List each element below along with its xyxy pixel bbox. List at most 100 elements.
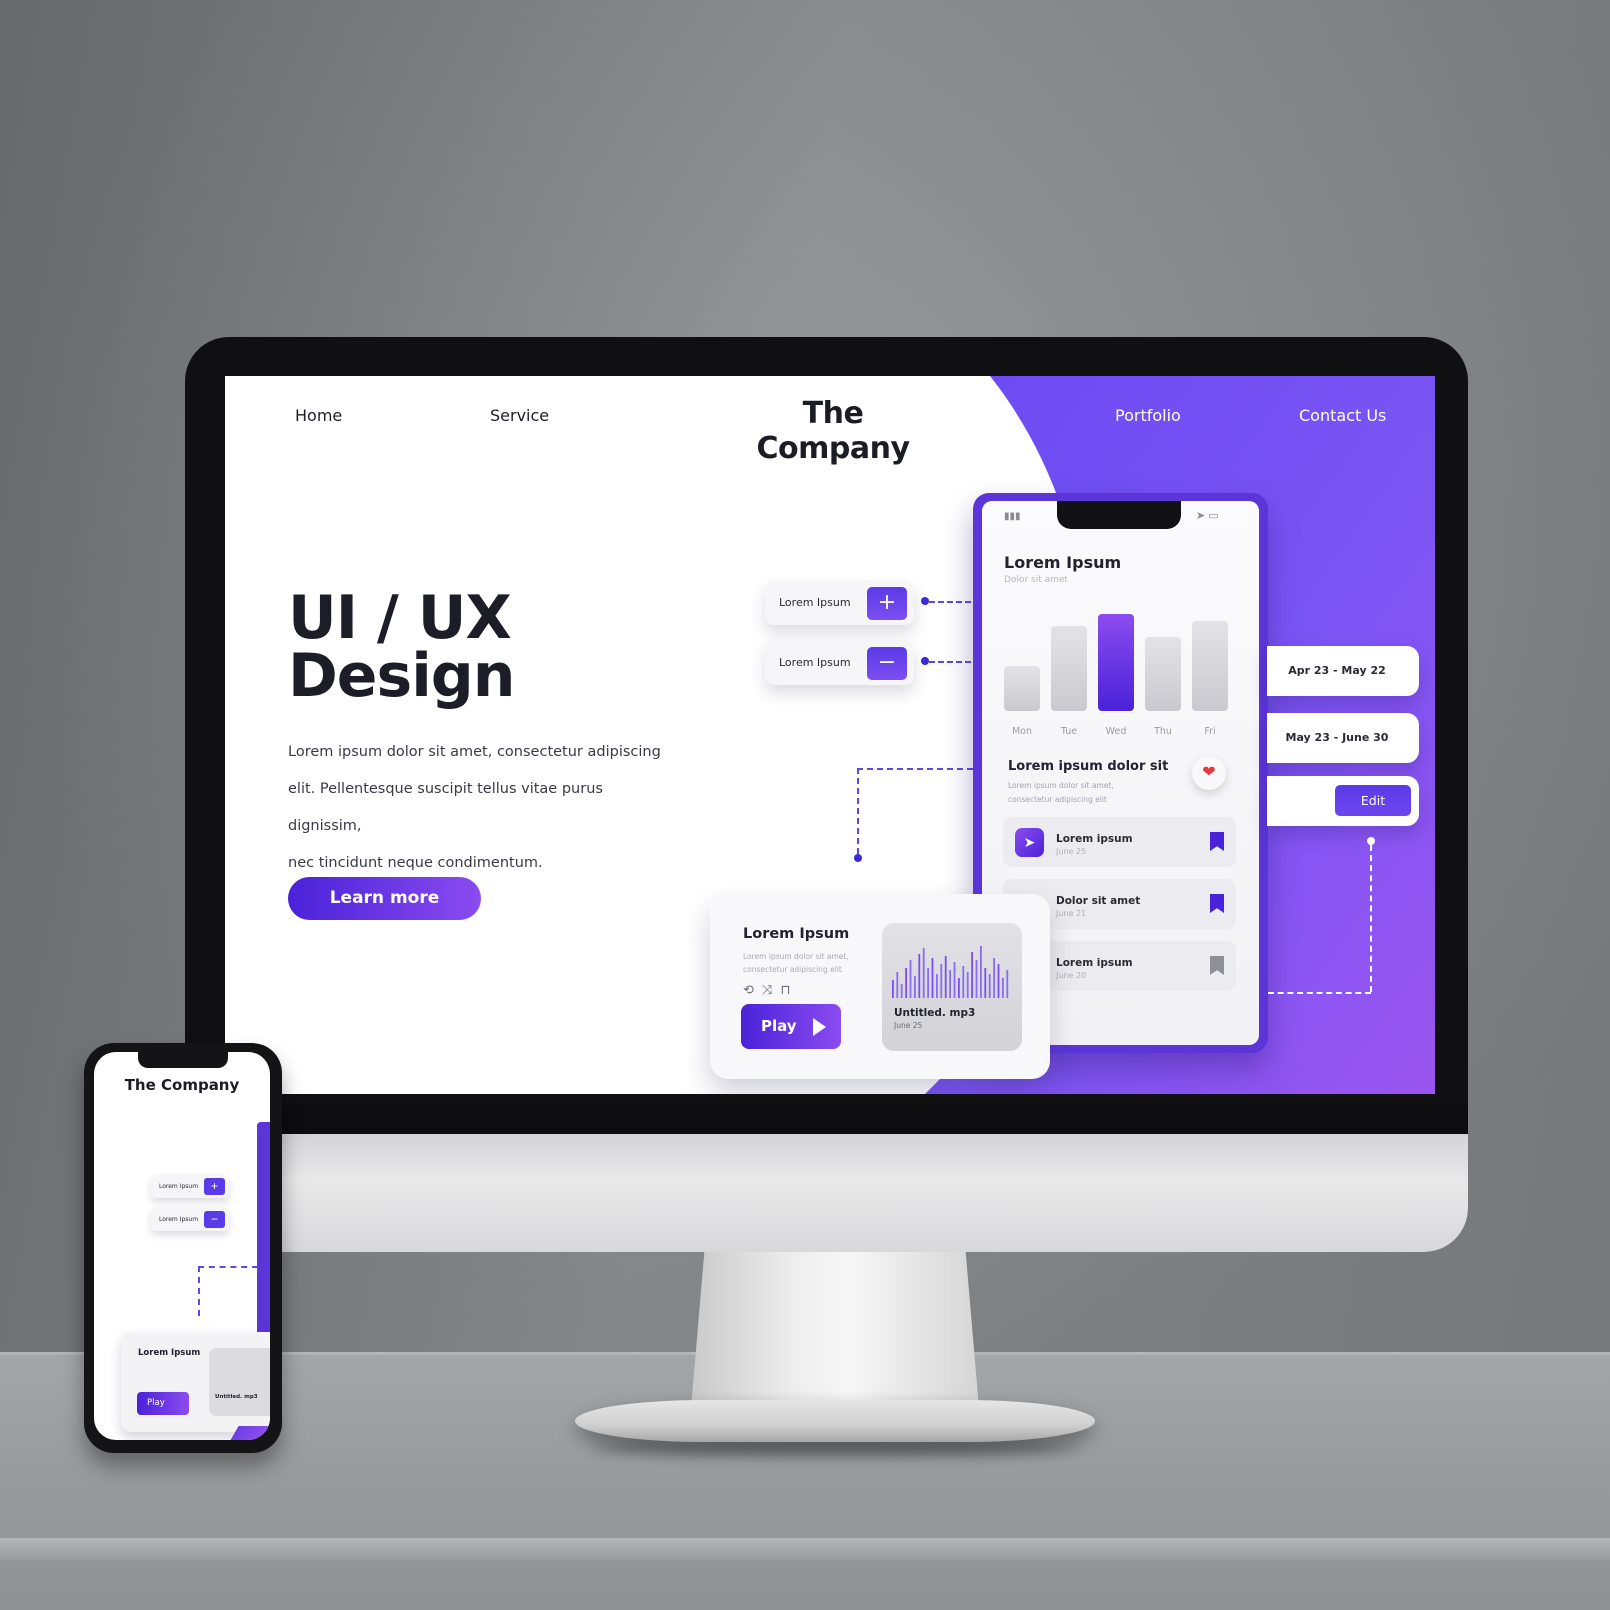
hero-paragraph: Lorem ipsum dolor sit amet, consectetur …	[288, 734, 668, 882]
mobile-brand: The Company	[124, 1076, 240, 1094]
wave-bar	[927, 968, 929, 998]
heart-icon[interactable]: ❤	[1192, 756, 1226, 790]
bar-wed	[1098, 614, 1134, 711]
bookmark-icon[interactable]	[1210, 832, 1224, 851]
bookmark-icon[interactable]: ⊓	[780, 982, 798, 997]
play-icon	[813, 1018, 826, 1036]
connector-line	[857, 768, 859, 854]
stand-shadow	[590, 1440, 1080, 1456]
wave-bar	[892, 980, 894, 998]
list-item-title: Dolor sit amet	[1056, 895, 1141, 907]
connector-dot	[1367, 837, 1375, 845]
player-controls: ⟲⤨⊓	[743, 982, 798, 998]
play-label: Play	[147, 1398, 165, 1408]
phone-notch	[1057, 501, 1181, 529]
control-card-add: Lorem Ipsum +	[765, 581, 914, 625]
connector-line	[1268, 992, 1371, 994]
section-text: Lorem ipsum dolor sit amet, consectetur …	[1008, 779, 1138, 807]
brand-logo[interactable]: The Company	[723, 396, 943, 466]
hero-paragraph-line1: Lorem ipsum dolor sit amet, consectetur …	[288, 744, 661, 760]
mobile-phone-mockup: The Company Lorem Ipsum + Lorem Ipsum − …	[84, 1043, 282, 1453]
minus-icon[interactable]: −	[204, 1211, 225, 1228]
bar-label: Mon	[1011, 726, 1033, 737]
bar-mon	[1004, 666, 1040, 711]
wave-bar	[909, 960, 912, 998]
plus-icon[interactable]: +	[204, 1178, 225, 1195]
date-range-card[interactable]: Apr 23 - May 22	[1267, 646, 1419, 696]
nav-home[interactable]: Home	[295, 406, 342, 425]
learn-more-button[interactable]: Learn more	[288, 877, 481, 920]
control-label: Lorem Ipsum	[779, 656, 851, 669]
desk-front-edge	[0, 1538, 1610, 1560]
mobile-play-button[interactable]: Play	[137, 1392, 189, 1415]
control-card-remove: Lorem Ipsum −	[765, 641, 914, 685]
mobile-player-title: Lorem Ipsum	[138, 1348, 201, 1358]
shuffle-icon[interactable]: ⤨	[762, 982, 780, 997]
wave-bar	[975, 960, 978, 998]
list-item-title: Lorem ipsum	[1056, 957, 1133, 969]
bar-label: Wed	[1105, 726, 1127, 737]
wave-bar	[984, 968, 987, 998]
monitor-stand-foot	[575, 1400, 1095, 1442]
list-item-date: June 20	[1056, 971, 1087, 980]
hero-title-line2: Design	[288, 641, 515, 711]
list-item-title: Lorem ipsum	[1056, 833, 1133, 845]
hero-paragraph-line2: elit. Pellentesque suscipit tellus vitae…	[288, 781, 603, 834]
connector-line	[929, 661, 971, 663]
waveform-icon	[892, 946, 1009, 998]
hero-title-line1: UI / UX	[288, 583, 512, 653]
wave-bar	[922, 948, 925, 998]
mobile-phone-edge	[257, 1122, 270, 1352]
monitor-stand-neck	[690, 1250, 980, 1420]
wave-bar	[900, 984, 903, 998]
section-text-line1: Lorem ipsum dolor sit amet,	[1008, 781, 1114, 790]
mobile-waveform-panel: Untitled. mp3	[209, 1348, 270, 1416]
bookmark-outline-icon[interactable]	[1210, 956, 1224, 975]
list-item-date: June 25	[1056, 847, 1087, 856]
bookmark-icon[interactable]	[1210, 894, 1224, 913]
bar-thu	[1145, 637, 1181, 711]
play-button[interactable]: Play	[741, 1004, 841, 1049]
minus-icon[interactable]: −	[867, 647, 907, 680]
nav-portfolio[interactable]: Portfolio	[1115, 406, 1181, 425]
edit-button[interactable]: Edit	[1335, 785, 1411, 816]
wave-bar	[931, 958, 934, 998]
mobile-player-card: Lorem Ipsum Play Untitled. mp3	[121, 1332, 270, 1432]
date-range-card[interactable]: May 23 - June 30	[1267, 713, 1419, 763]
nav-contact[interactable]: Contact Us	[1299, 406, 1386, 425]
wave-bar	[980, 946, 982, 998]
repeat-icon[interactable]: ⟲	[743, 982, 762, 997]
bar-label: Fri	[1204, 726, 1216, 737]
wave-bar	[953, 962, 956, 998]
file-date: June 25	[894, 1021, 923, 1030]
connector-line	[198, 1266, 258, 1268]
player-text-line2: consectetur adipiscing elit	[743, 965, 842, 974]
wave-bar	[997, 964, 1000, 998]
wave-bar	[988, 974, 991, 998]
wave-bar	[1006, 970, 1009, 998]
plus-icon[interactable]: +	[867, 587, 907, 620]
wave-bar	[936, 974, 938, 998]
date-range-label: May 23 - June 30	[1285, 731, 1389, 744]
list-item[interactable]: ➤ Lorem ipsum June 25	[1003, 817, 1236, 867]
section-title: Lorem ipsum dolor sit	[1008, 759, 1169, 774]
signal-icon: ▮▮▮	[1004, 511, 1021, 522]
audio-player-card: Lorem Ipsum Lorem ipsum dolor sit amet, …	[710, 894, 1050, 1079]
file-name: Untitled. mp3	[894, 1007, 976, 1019]
connector-dot	[854, 854, 862, 862]
hero-title: UI / UX Design	[288, 583, 515, 711]
connector-dot	[921, 657, 929, 665]
nav-service[interactable]: Service	[490, 406, 549, 425]
mobile-file-name: Untitled. mp3	[215, 1394, 258, 1400]
control-label: Lorem Ipsum	[159, 1216, 199, 1223]
battery-icon: ➤ ▭	[1196, 510, 1219, 522]
player-title: Lorem Ipsum	[743, 926, 850, 942]
section-text-line2: consectetur adipiscing elit	[1008, 795, 1107, 804]
desktop-screen: Home Service The Company Portfolio Conta…	[225, 376, 1435, 1094]
wave-bar	[971, 952, 973, 998]
mobile-notch	[138, 1052, 228, 1068]
wave-bar	[918, 954, 921, 998]
mobile-screen: The Company Lorem Ipsum + Lorem Ipsum − …	[94, 1052, 270, 1440]
bar-label: Thu	[1154, 726, 1172, 737]
play-label: Play	[761, 1017, 797, 1035]
